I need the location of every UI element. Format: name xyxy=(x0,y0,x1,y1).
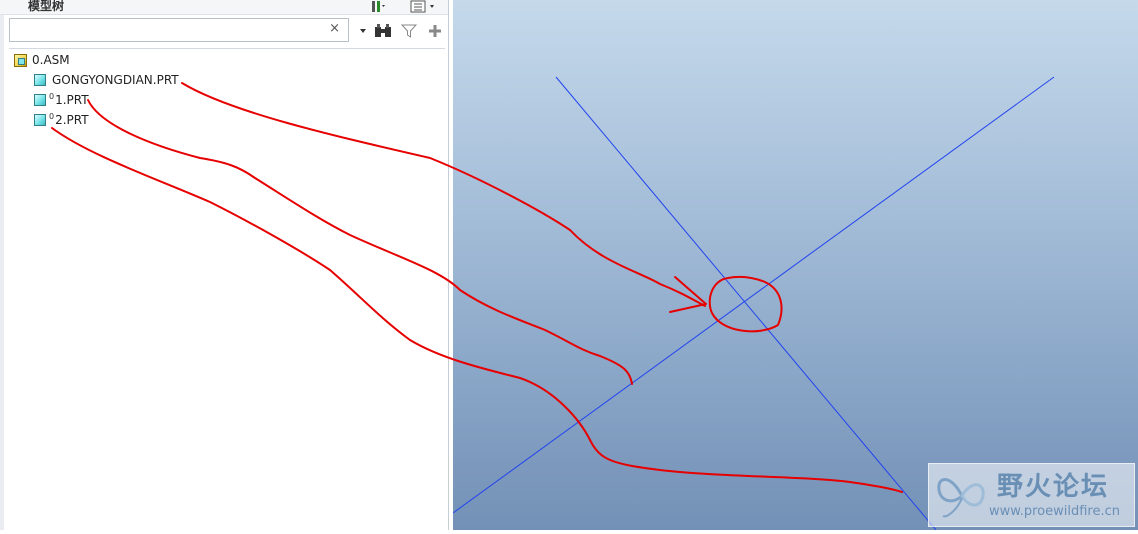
status-marker: 0 xyxy=(49,111,55,121)
settings-icon[interactable] xyxy=(370,0,386,13)
clear-search-icon[interactable]: × xyxy=(329,21,340,36)
assembly-icon xyxy=(14,53,27,67)
tree-item-asm[interactable]: 0.ASM xyxy=(14,50,70,70)
tree-filter-icon[interactable] xyxy=(410,0,436,13)
binoculars-icon[interactable] xyxy=(374,22,392,40)
part-icon xyxy=(34,114,46,126)
tree-item-label: GONGYONGDIAN.PRT xyxy=(52,73,179,87)
search-input[interactable]: × xyxy=(9,18,349,42)
model-tree-panel: 模型树 × 0.ASM GONGYONGDIAN.PRT 0 1.PRT 0 2… xyxy=(0,0,449,530)
filter-icon[interactable] xyxy=(400,22,418,40)
dropdown-icon[interactable] xyxy=(354,22,372,40)
tree-item-2-prt[interactable]: 0 2.PRT xyxy=(34,110,89,130)
status-marker: 0 xyxy=(49,91,55,101)
tree-item-gongyongdian[interactable]: GONGYONGDIAN.PRT xyxy=(34,70,179,90)
panel-header: 模型树 xyxy=(0,0,448,15)
tree-item-label: 2.PRT xyxy=(55,113,89,127)
tree-item-label: 0.ASM xyxy=(32,53,70,67)
tree-item-1-prt[interactable]: 0 1.PRT xyxy=(34,90,89,110)
datum-axis-2 xyxy=(452,76,1055,514)
watermark-url: www.proewildfire.cn xyxy=(989,504,1120,519)
model-tree: 0.ASM GONGYONGDIAN.PRT 0 1.PRT 0 2.PRT xyxy=(9,48,445,527)
add-icon[interactable] xyxy=(426,22,444,40)
panel-title: 模型树 xyxy=(28,0,65,13)
datum-axes xyxy=(452,76,1055,531)
tree-item-label: 1.PRT xyxy=(55,93,89,107)
graphics-viewport[interactable] xyxy=(452,0,1138,531)
part-icon xyxy=(34,74,46,86)
watermark: 野火论坛 www.proewildfire.cn xyxy=(928,463,1135,527)
butterfly-logo-icon xyxy=(937,478,985,518)
datum-axis-1 xyxy=(555,76,937,531)
part-icon xyxy=(34,94,46,106)
watermark-title: 野火论坛 xyxy=(997,472,1110,502)
